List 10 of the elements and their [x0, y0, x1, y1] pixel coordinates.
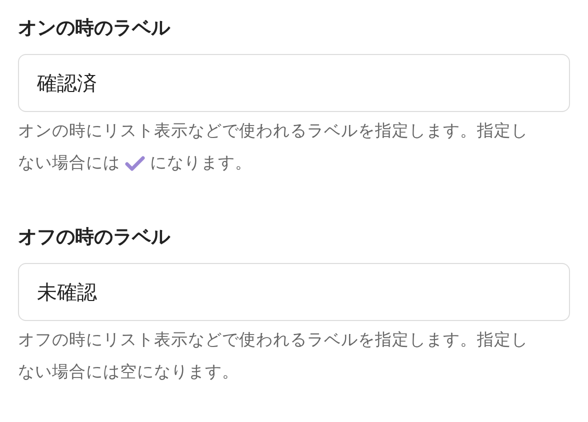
- help-text: ない場合には空になります。: [18, 361, 239, 383]
- help-text: ない場合には: [18, 152, 120, 174]
- checkmark-icon: [125, 155, 145, 171]
- help-text: オンの時にリスト表示などで使われるラベルを指定します。指定し: [18, 120, 528, 142]
- input-field[interactable]: 未確認: [18, 263, 570, 321]
- help-text: オフの時にリスト表示などで使われるラベルを指定します。指定し: [18, 329, 528, 351]
- field-label: オンの時のラベル: [18, 16, 172, 41]
- help-text: になります。: [150, 152, 252, 174]
- field-label: オフの時のラベル: [18, 225, 172, 250]
- input-field[interactable]: 確認済: [18, 54, 570, 112]
